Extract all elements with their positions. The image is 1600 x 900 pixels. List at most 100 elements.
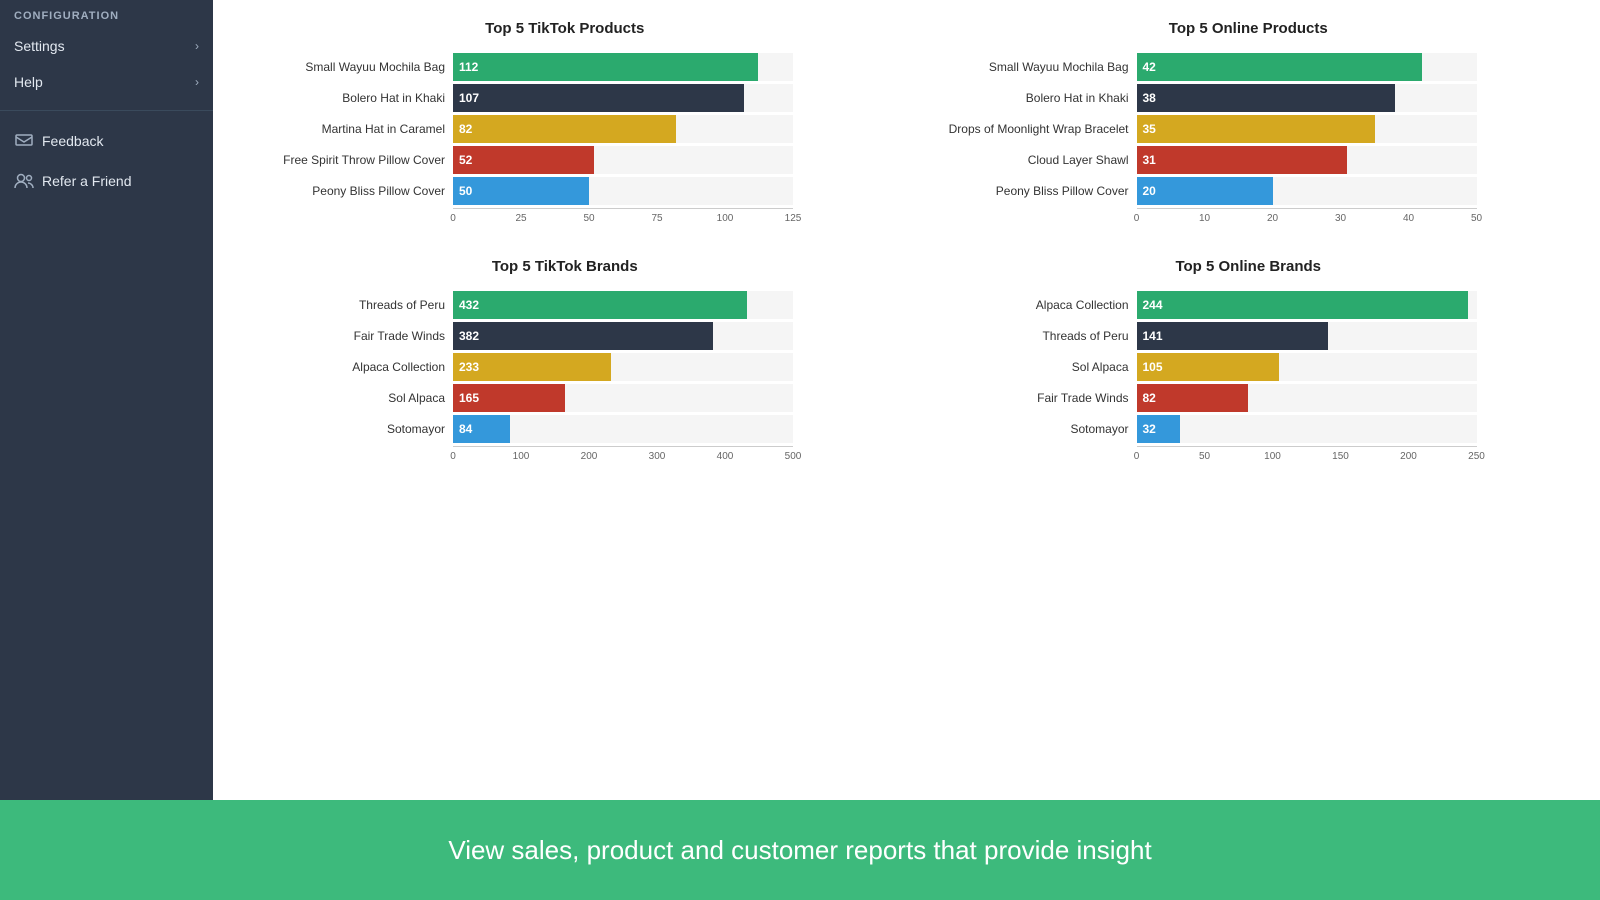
bar-area: 50 <box>453 177 793 205</box>
main-content: Top 5 TikTok Products Small Wayuu Mochil… <box>213 0 1600 800</box>
axis-tick: 150 <box>1332 451 1349 462</box>
sidebar-item-help[interactable]: Help › <box>0 64 213 100</box>
axis-tick: 20 <box>1267 213 1278 224</box>
bar-area: 31 <box>1137 146 1477 174</box>
bar: 42 <box>1137 53 1423 81</box>
bar: 82 <box>1137 384 1249 412</box>
bar: 382 <box>453 322 713 350</box>
bar-area: 141 <box>1137 322 1477 350</box>
bar-area: 107 <box>453 84 793 112</box>
table-row: Cloud Layer Shawl 31 <box>937 146 1477 174</box>
sidebar: CONFIGURATION Settings › Help › Feedback <box>0 0 213 800</box>
bar-label: Sol Alpaca <box>253 391 453 405</box>
bar: 82 <box>453 115 676 143</box>
axis-tick: 200 <box>1400 451 1417 462</box>
axis-tick: 10 <box>1199 213 1210 224</box>
bar: 112 <box>453 53 758 81</box>
bar-area: 165 <box>453 384 793 412</box>
table-row: Sotomayor 84 <box>253 415 793 443</box>
table-row: Bolero Hat in Khaki 107 <box>253 84 793 112</box>
axis-tick: 0 <box>1134 451 1140 462</box>
axis-tick: 0 <box>450 213 456 224</box>
bar: 165 <box>453 384 565 412</box>
sidebar-item-feedback[interactable]: Feedback <box>0 121 213 161</box>
chart-online-brands-title: Top 5 Online Brands <box>927 258 1571 275</box>
help-label: Help <box>14 74 43 90</box>
bar-area: 105 <box>1137 353 1477 381</box>
footer-text: View sales, product and customer reports… <box>448 835 1151 866</box>
axis-tick: 500 <box>785 451 802 462</box>
table-row: Threads of Peru 141 <box>937 322 1477 350</box>
bar-label: Small Wayuu Mochila Bag <box>253 60 453 74</box>
bar-area: 20 <box>1137 177 1477 205</box>
bar: 84 <box>453 415 510 443</box>
bar-label: Sol Alpaca <box>937 360 1137 374</box>
bar-label: Bolero Hat in Khaki <box>937 91 1137 105</box>
chart-tiktok-products-bars: Small Wayuu Mochila Bag 112 Bolero Hat i… <box>243 53 887 228</box>
bar-area: 112 <box>453 53 793 81</box>
charts-grid: Top 5 TikTok Products Small Wayuu Mochil… <box>243 20 1570 466</box>
bar-area: 32 <box>1137 415 1477 443</box>
bar-label: Sotomayor <box>937 422 1137 436</box>
axis-tick: 40 <box>1403 213 1414 224</box>
chart-tiktok-brands: Top 5 TikTok Brands Threads of Peru 432 … <box>243 258 887 466</box>
bar: 244 <box>1137 291 1469 319</box>
chart-tiktok-brands-bars: Threads of Peru 432 Fair Trade Winds 382… <box>243 291 887 466</box>
bar: 233 <box>453 353 611 381</box>
table-row: Sol Alpaca 105 <box>937 353 1477 381</box>
axis-tick: 50 <box>583 213 594 224</box>
sidebar-item-refer[interactable]: Refer a Friend <box>0 161 213 201</box>
table-row: Threads of Peru 432 <box>253 291 793 319</box>
axis-tick: 25 <box>515 213 526 224</box>
bar: 105 <box>1137 353 1280 381</box>
axis-tick: 100 <box>513 451 530 462</box>
table-row: Martina Hat in Caramel 82 <box>253 115 793 143</box>
chart-online-products-title: Top 5 Online Products <box>927 20 1571 37</box>
bar: 432 <box>453 291 747 319</box>
chart-tiktok-products-title: Top 5 TikTok Products <box>243 20 887 37</box>
bar-label: Sotomayor <box>253 422 453 436</box>
bar-area: 233 <box>453 353 793 381</box>
axis-tick: 250 <box>1468 451 1485 462</box>
refer-icon <box>14 171 34 191</box>
bar: 107 <box>453 84 744 112</box>
sidebar-divider <box>0 110 213 111</box>
table-row: Drops of Moonlight Wrap Bracelet 35 <box>937 115 1477 143</box>
table-row: Small Wayuu Mochila Bag 42 <box>937 53 1477 81</box>
axis-tick: 50 <box>1199 451 1210 462</box>
config-label: CONFIGURATION <box>0 0 213 28</box>
axis-tick: 125 <box>785 213 802 224</box>
bar-area: 244 <box>1137 291 1477 319</box>
bar-area: 82 <box>1137 384 1477 412</box>
settings-label: Settings <box>14 38 65 54</box>
axis-tick: 75 <box>651 213 662 224</box>
chart-online-products-bars: Small Wayuu Mochila Bag 42 Bolero Hat in… <box>927 53 1571 228</box>
table-row: Small Wayuu Mochila Bag 112 <box>253 53 793 81</box>
chart-tiktok-brands-title: Top 5 TikTok Brands <box>243 258 887 275</box>
table-row: Sotomayor 32 <box>937 415 1477 443</box>
bar-label: Peony Bliss Pillow Cover <box>937 184 1137 198</box>
axis-tick: 100 <box>717 213 734 224</box>
sidebar-item-settings[interactable]: Settings › <box>0 28 213 64</box>
bar: 31 <box>1137 146 1348 174</box>
bar-area: 52 <box>453 146 793 174</box>
table-row: Fair Trade Winds 82 <box>937 384 1477 412</box>
bar-area: 84 <box>453 415 793 443</box>
table-row: Fair Trade Winds 382 <box>253 322 793 350</box>
table-row: Bolero Hat in Khaki 38 <box>937 84 1477 112</box>
bar-area: 382 <box>453 322 793 350</box>
chart-axis: 0255075100125 <box>453 208 793 228</box>
feedback-label: Feedback <box>42 133 103 149</box>
bar: 35 <box>1137 115 1375 143</box>
table-row: Alpaca Collection 233 <box>253 353 793 381</box>
help-chevron-icon: › <box>195 75 199 89</box>
bar-label: Threads of Peru <box>253 298 453 312</box>
axis-tick: 300 <box>649 451 666 462</box>
chart-axis: 0100200300400500 <box>453 446 793 466</box>
table-row: Free Spirit Throw Pillow Cover 52 <box>253 146 793 174</box>
chart-axis: 050100150200250 <box>1137 446 1477 466</box>
axis-tick: 50 <box>1471 213 1482 224</box>
bar-label: Peony Bliss Pillow Cover <box>253 184 453 198</box>
bar-label: Bolero Hat in Khaki <box>253 91 453 105</box>
axis-tick: 200 <box>581 451 598 462</box>
